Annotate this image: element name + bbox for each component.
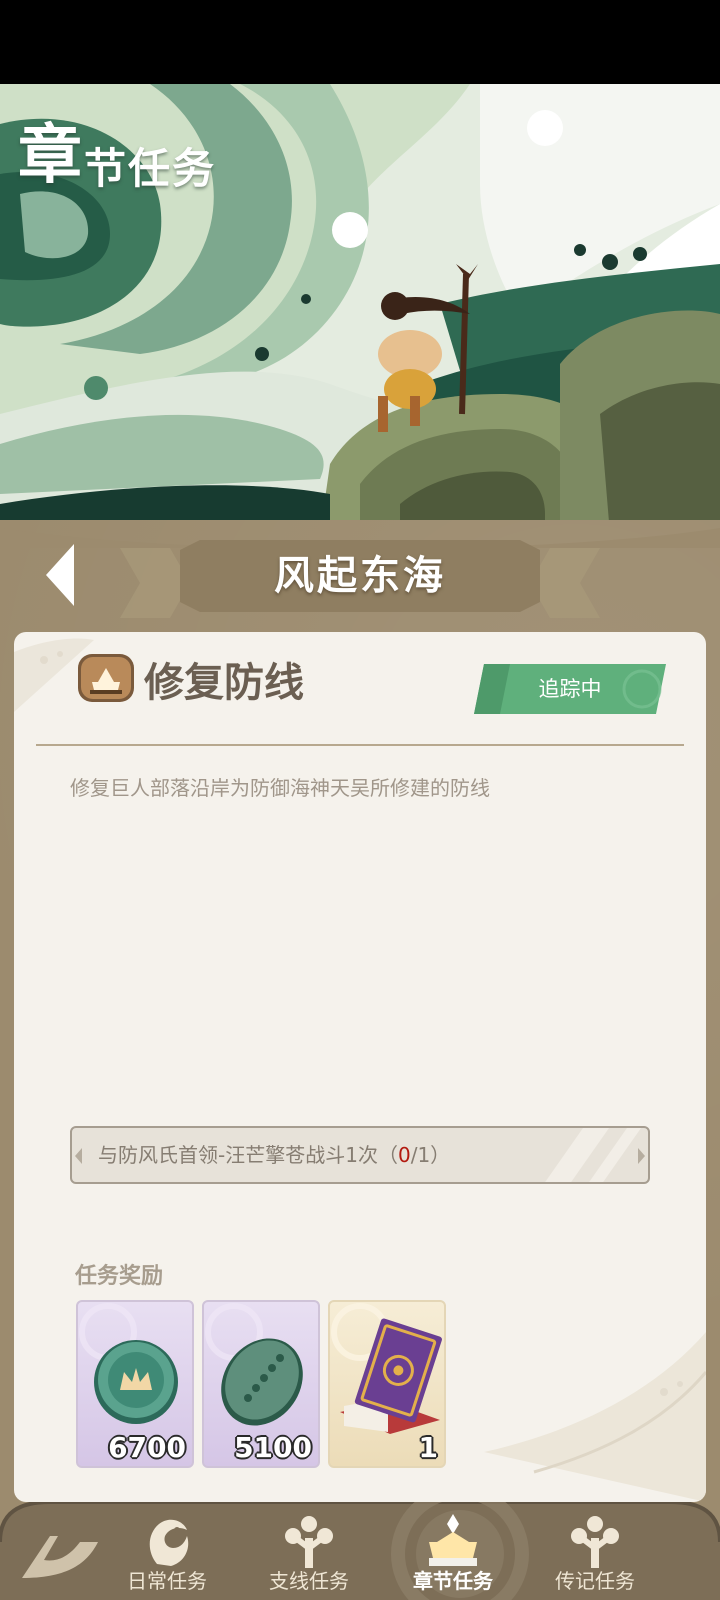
chest-icon — [429, 1514, 477, 1566]
reward-item-2[interactable]: 5100 — [202, 1300, 320, 1468]
bird-icon — [149, 1519, 189, 1566]
quest-chest-icon — [78, 654, 134, 702]
tracking-status-badge[interactable]: 追踪中 — [470, 664, 670, 714]
nav-daily-tasks[interactable]: 日常任务 — [102, 1502, 232, 1600]
quest-name: 修复防线 — [144, 659, 304, 706]
reward-item-1[interactable]: 6700 — [76, 1300, 194, 1468]
nav-label: 章节任务 — [413, 1569, 493, 1593]
objective-progress-open: （ — [377, 1143, 398, 1167]
tree-icon — [571, 1516, 619, 1568]
tracking-label: 追踪中 — [538, 677, 602, 701]
page-title: 章节任务 — [18, 104, 216, 196]
objective-text: 与防风氏首领-汪芒擎苍战斗1次（0/1） — [98, 1128, 450, 1182]
reward-count: 1 — [418, 1431, 438, 1464]
objective-progress-total: 1 — [417, 1143, 431, 1167]
nav-label: 日常任务 — [127, 1569, 207, 1593]
objective-left-arrow-icon — [75, 1148, 82, 1164]
rewards-label: 任务奖励 — [75, 1264, 164, 1289]
reward-count: 6700 — [108, 1431, 186, 1464]
bottom-nav: 日常任务 支线任务 章节任务 传记任务 — [0, 1502, 720, 1600]
chapter-title: 风起东海 — [274, 552, 446, 599]
reward-count: 5100 — [234, 1431, 312, 1464]
chapter-banner-illustration: 章节任务 — [0, 84, 720, 534]
page-title-rest: 节任务 — [84, 144, 217, 193]
card-divider — [36, 744, 684, 746]
status-bar — [0, 0, 720, 84]
nav-label: 传记任务 — [555, 1569, 635, 1593]
quest-description: 修复巨人部落沿岸为防御海神天吴所修建的防线 — [70, 776, 490, 800]
nav-label: 支线任务 — [269, 1569, 349, 1593]
objective-right-arrow-icon — [638, 1148, 645, 1164]
nav-chapter-tasks[interactable]: 章节任务 — [388, 1502, 518, 1600]
back-button[interactable] — [40, 540, 86, 610]
app-logo-icon — [22, 1536, 98, 1578]
nav-biography-tasks[interactable]: 传记任务 — [530, 1502, 660, 1600]
objective-progress-current: 0 — [397, 1143, 411, 1167]
objective-description: 与防风氏首领-汪芒擎苍战斗1次 — [98, 1143, 378, 1167]
objective-progress-close: ） — [430, 1143, 451, 1167]
nav-side-tasks[interactable]: 支线任务 — [244, 1502, 374, 1600]
reward-item-3[interactable]: 1 — [328, 1300, 446, 1468]
quest-objective: 与防风氏首领-汪芒擎苍战斗1次（0/1） — [70, 1126, 650, 1184]
page-title-first-char: 章 — [18, 118, 84, 193]
tree-icon — [285, 1516, 333, 1568]
